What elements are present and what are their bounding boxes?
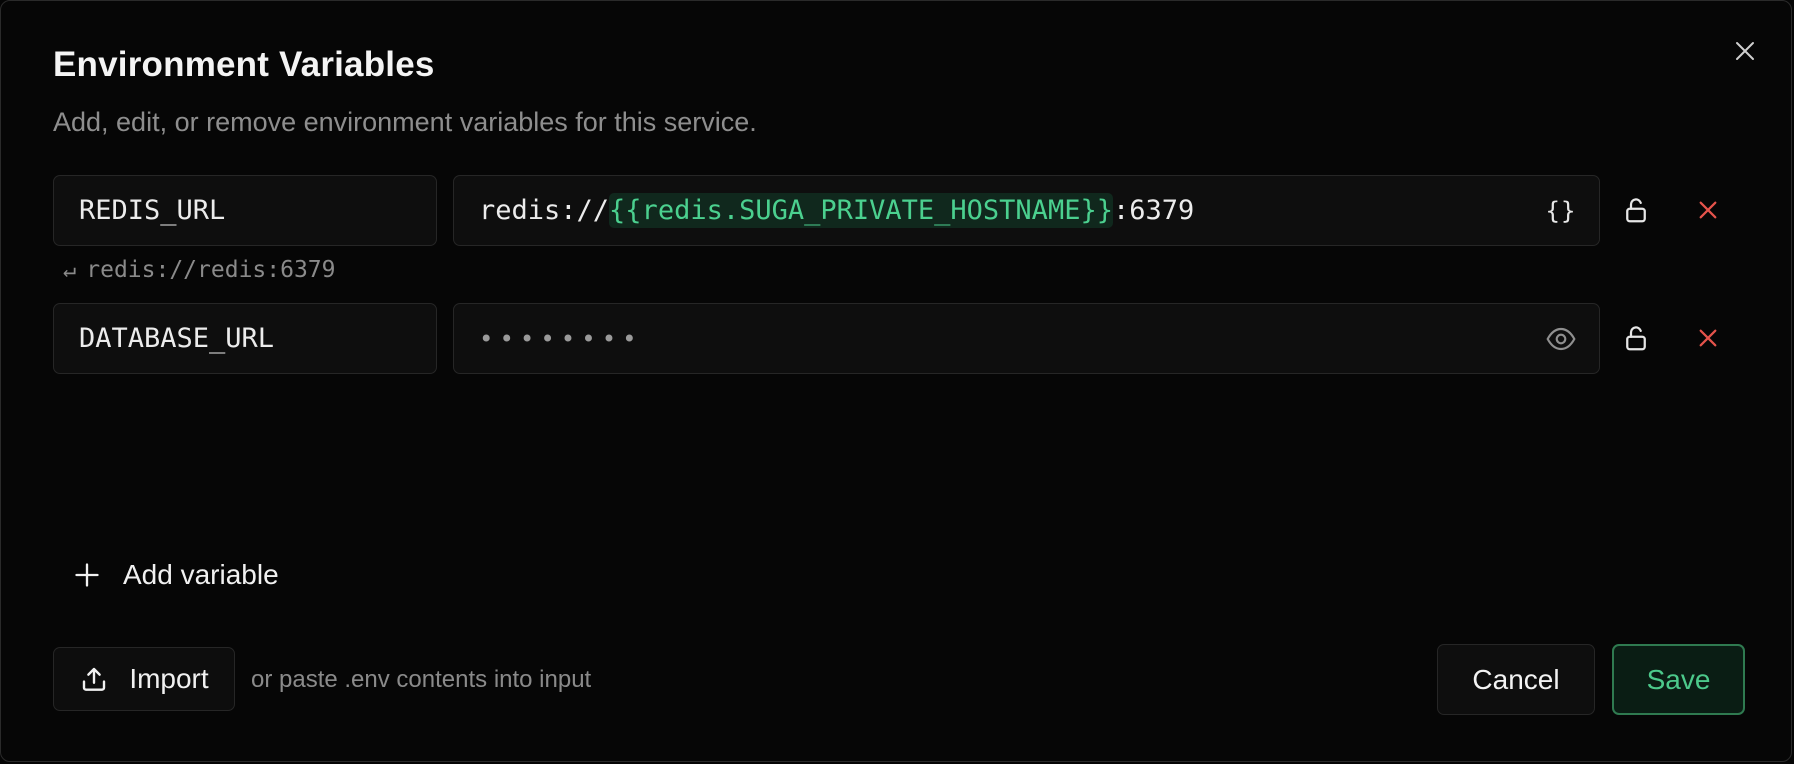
variable-key-text: DATABASE_URL: [79, 323, 275, 354]
remove-variable-button[interactable]: [1686, 188, 1730, 232]
return-arrow-icon: ↵: [63, 257, 77, 283]
resolved-value: ↵ redis://redis:6379: [63, 257, 336, 283]
upload-icon: [79, 664, 109, 694]
env-variables-dialog: Environment Variables Add, edit, or remo…: [0, 0, 1792, 762]
variable-key-text: REDIS_URL: [79, 195, 226, 226]
unlock-icon: [1626, 326, 1646, 351]
save-label: Save: [1646, 663, 1711, 695]
variable-key-input[interactable]: DATABASE_URL: [53, 303, 437, 374]
import-button[interactable]: Import: [53, 647, 235, 711]
import-label: Import: [129, 663, 209, 694]
remove-icon: [1699, 329, 1717, 347]
lock-toggle-button[interactable]: [1614, 316, 1658, 360]
masked-value: ••••••••: [479, 324, 643, 353]
resolved-value-text: redis://redis:6379: [86, 257, 336, 283]
remove-icon: [1699, 201, 1717, 219]
dialog-title: Environment Variables: [53, 45, 435, 84]
add-variable-button[interactable]: Add variable: [73, 559, 279, 591]
reveal-value-button[interactable]: [1541, 319, 1581, 359]
value-reference: {{redis.SUGA_PRIVATE_HOSTNAME}}: [609, 193, 1113, 228]
add-variable-label: Add variable: [123, 559, 279, 590]
cancel-button[interactable]: Cancel: [1437, 644, 1595, 715]
insert-reference-button[interactable]: {}: [1541, 191, 1581, 231]
import-hint: or paste .env contents into input: [251, 666, 592, 693]
cancel-label: Cancel: [1472, 663, 1560, 695]
braces-icon: {}: [1545, 196, 1577, 225]
variable-value-input[interactable]: redis://{{redis.SUGA_PRIVATE_HOSTNAME}}:…: [453, 175, 1600, 246]
save-button[interactable]: Save: [1612, 644, 1745, 715]
plus-icon: [73, 561, 101, 589]
close-icon: [1736, 42, 1754, 60]
remove-variable-button[interactable]: [1686, 316, 1730, 360]
unlock-icon: [1626, 198, 1646, 223]
close-button[interactable]: [1727, 33, 1763, 69]
variable-key-input[interactable]: REDIS_URL: [53, 175, 437, 246]
variable-value-input[interactable]: ••••••••: [453, 303, 1600, 374]
value-suffix: :6379: [1112, 195, 1195, 226]
eye-icon: [1546, 327, 1576, 350]
value-prefix: redis://: [479, 195, 610, 226]
lock-toggle-button[interactable]: [1614, 188, 1658, 232]
dialog-subtitle: Add, edit, or remove environment variabl…: [53, 107, 757, 137]
